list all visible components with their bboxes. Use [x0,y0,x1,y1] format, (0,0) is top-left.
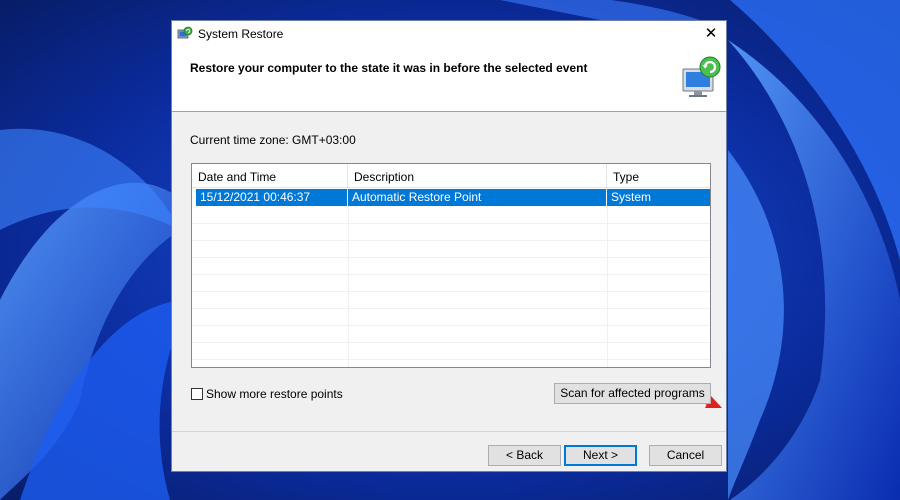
column-header-type-label: Type [613,170,640,184]
system-restore-monitor-icon [682,56,721,97]
column-header-description-label: Description [354,170,415,184]
title-bar[interactable]: System Restore ✕ [172,21,726,47]
show-more-checkbox[interactable] [191,388,203,400]
grid-line [192,308,710,309]
grid-line [348,206,349,367]
table-header: Date and Time ⌄ Description Type [192,164,710,188]
grid-line [192,257,710,258]
system-restore-icon [177,26,193,39]
row-date: 15/12/2021 00:46:37 [196,189,348,206]
sort-arrow-icon: ⌄ [266,171,274,181]
back-button[interactable]: < Back [488,445,561,466]
window-title: System Restore [198,27,284,41]
grid-line [192,223,710,224]
grid-line [607,206,608,367]
column-header-date-label: Date and Time [198,170,277,184]
show-more-label: Show more restore points [206,387,343,401]
system-restore-dialog: System Restore ✕ Restore your computer t… [171,20,727,472]
table-row[interactable]: 15/12/2021 00:46:37 Automatic Restore Po… [196,189,710,206]
show-more-restore-points[interactable]: Show more restore points [191,386,343,402]
scan-affected-programs-button[interactable]: Scan for affected programs [554,383,711,404]
timezone-label: Current time zone: GMT+03:00 [190,133,356,147]
grid-line [192,359,710,360]
wizard-header: Restore your computer to the state it wa… [172,47,726,112]
grid-line [192,342,710,343]
column-header-description[interactable]: Description [348,164,607,187]
row-type: System [611,190,652,204]
column-header-type[interactable]: Type [607,164,710,187]
wizard-heading: Restore your computer to the state it wa… [190,61,588,75]
cancel-button[interactable]: Cancel [649,445,722,466]
grid-line [192,325,710,326]
footer-separator [172,431,726,432]
grid-line [192,291,710,292]
grid-line [192,240,710,241]
row-description: Automatic Restore Point [348,189,607,206]
column-header-date[interactable]: Date and Time ⌄ [192,164,348,187]
grid-line [192,274,710,275]
next-button[interactable]: Next > [564,445,637,466]
close-icon[interactable]: ✕ [700,23,722,45]
restore-points-table[interactable]: Date and Time ⌄ Description Type 15/12/2… [191,163,711,368]
